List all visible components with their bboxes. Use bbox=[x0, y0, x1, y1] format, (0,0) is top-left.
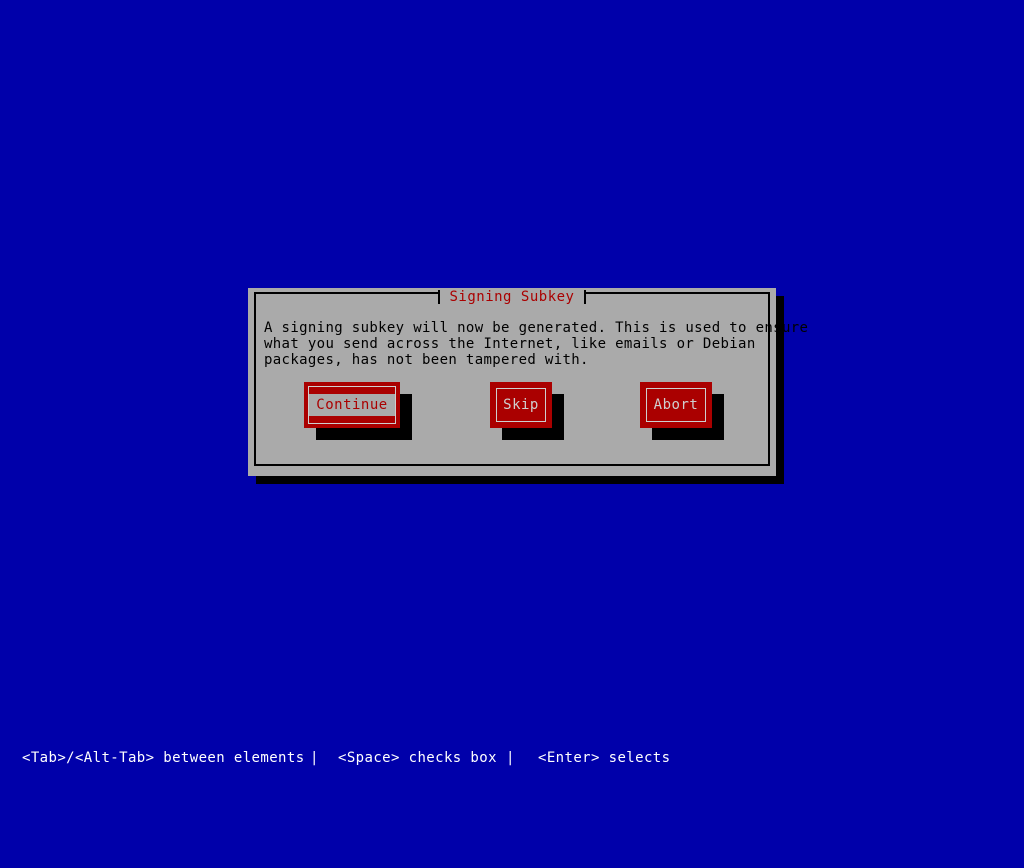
status-hint-enter: <Enter> selects bbox=[538, 750, 671, 766]
abort-button-label: Abort bbox=[653, 397, 699, 413]
abort-button-body: Abort bbox=[640, 382, 712, 428]
dialog-title-bar: Signing Subkey bbox=[254, 288, 770, 306]
dialog-title: Signing Subkey bbox=[440, 288, 584, 306]
title-tick-right bbox=[583, 290, 586, 304]
status-separator-2: | bbox=[506, 750, 515, 766]
dialog: Signing Subkey A signing subkey will now… bbox=[248, 288, 808, 484]
continue-button-label: Continue bbox=[309, 394, 395, 416]
status-separator-1: | bbox=[310, 750, 319, 766]
abort-button[interactable]: Abort bbox=[640, 382, 724, 440]
status-hint-tab: <Tab>/<Alt-Tab> between elements bbox=[22, 750, 305, 766]
skip-button-inner-border: Skip bbox=[496, 388, 546, 422]
skip-button-label: Skip bbox=[503, 397, 539, 413]
skip-button-body: Skip bbox=[490, 382, 552, 428]
skip-button[interactable]: Skip bbox=[490, 382, 564, 440]
continue-button-body: Continue bbox=[304, 382, 400, 428]
dialog-message-text: A signing subkey will now be generated. … bbox=[264, 320, 808, 368]
continue-button-focus-ring: Continue bbox=[308, 386, 396, 424]
dialog-button-row: Continue Skip Abort bbox=[248, 382, 776, 444]
status-hint-space: <Space> checks box bbox=[338, 750, 497, 766]
abort-button-inner-border: Abort bbox=[646, 388, 706, 422]
status-bar: <Tab>/<Alt-Tab> between elements | <Spac… bbox=[0, 748, 1024, 768]
dialog-panel: Signing Subkey A signing subkey will now… bbox=[248, 288, 808, 476]
screen-root: { "screen": { "background_color": "#0000… bbox=[0, 0, 1024, 768]
continue-button[interactable]: Continue bbox=[304, 382, 412, 440]
